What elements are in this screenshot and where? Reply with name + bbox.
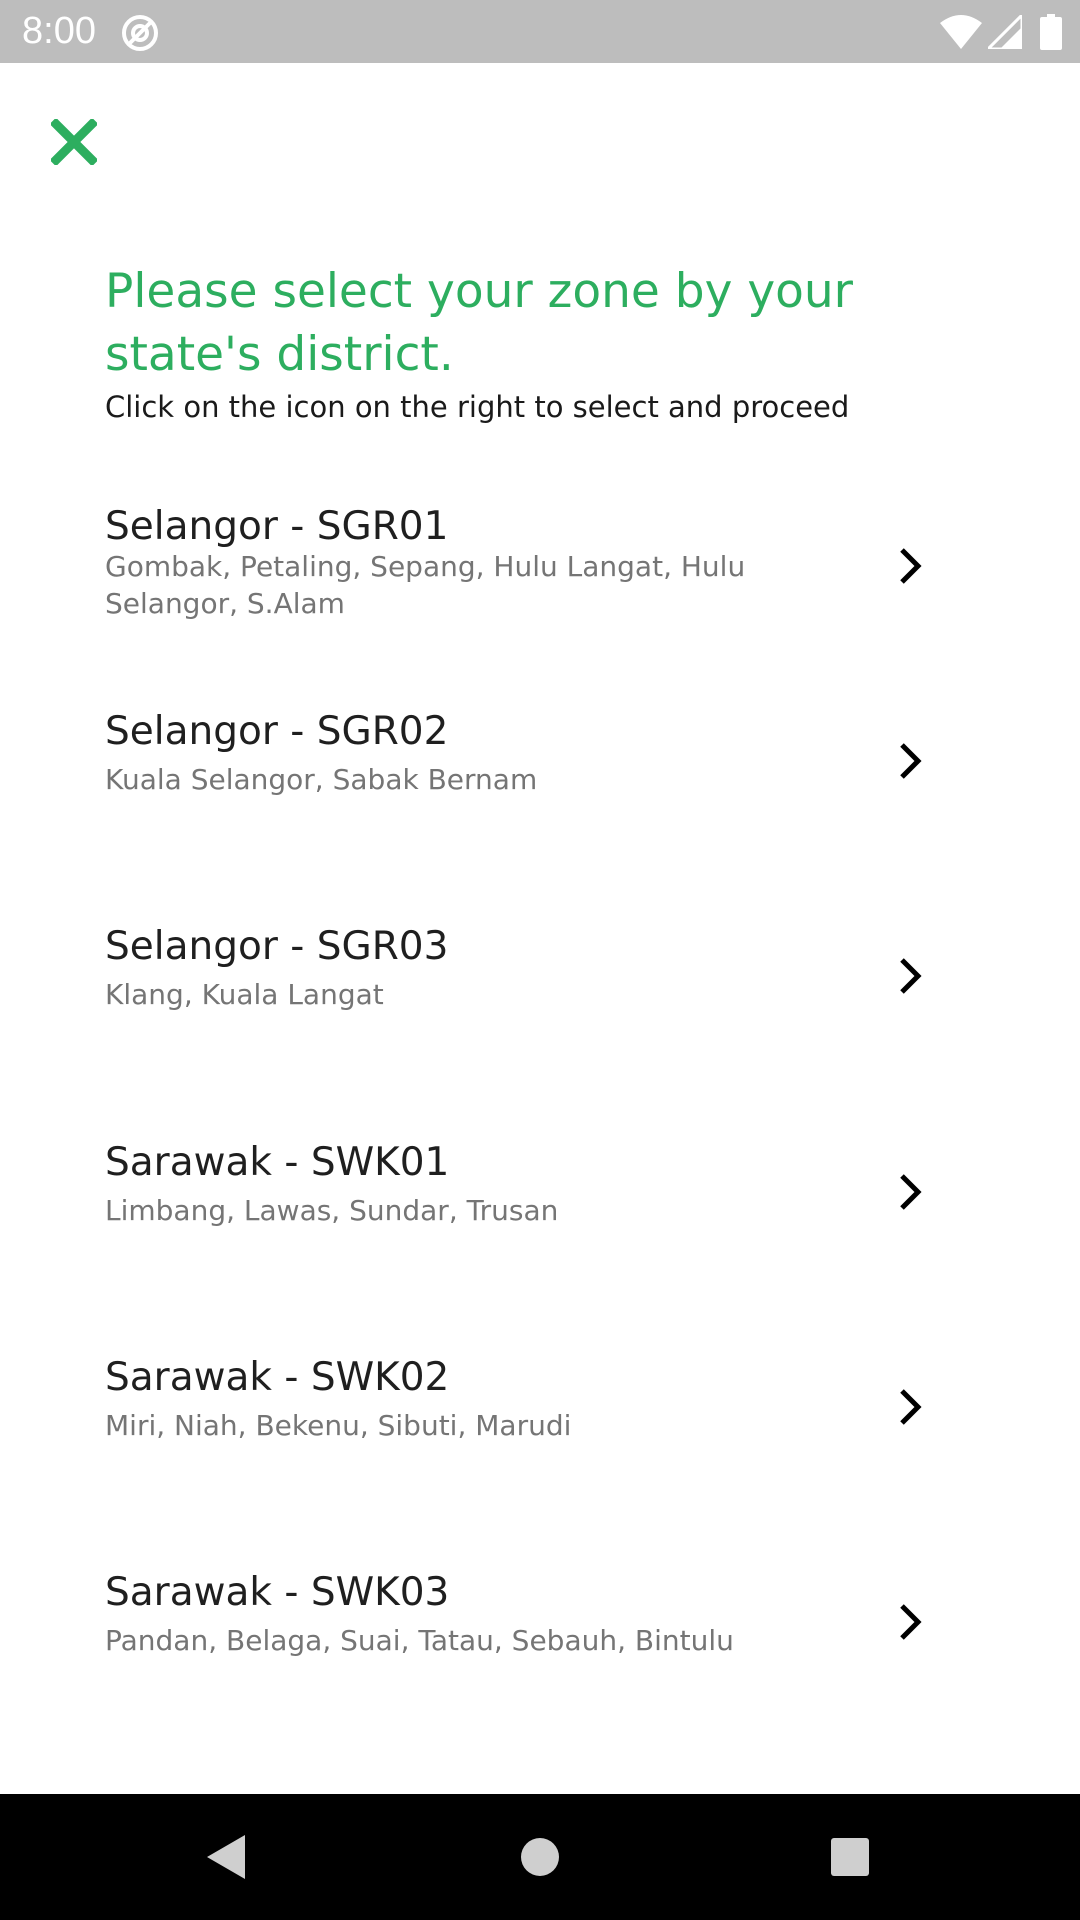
page-subtitle: Click on the icon on the right to select… (105, 390, 850, 424)
status-bar: 8:00 (0, 0, 1080, 63)
battery-icon (1040, 14, 1062, 50)
app-notification-icon (122, 15, 158, 51)
zone-item-sgr02[interactable]: Selangor - SGR02 Kuala Selangor, Sabak B… (0, 705, 1080, 815)
zone-districts: Miri, Niah, Bekenu, Sibuti, Marudi (105, 1409, 572, 1442)
close-icon (51, 119, 97, 165)
back-icon (207, 1835, 245, 1879)
zone-districts: Gombak, Petaling, Sepang, Hulu Langat, H… (105, 550, 746, 620)
zone-districts: Kuala Selangor, Sabak Bernam (105, 763, 538, 796)
zone-item-sgr03[interactable]: Selangor - SGR03 Klang, Kuala Langat (0, 920, 1080, 1030)
chevron-right-icon[interactable] (894, 1602, 926, 1642)
recents-icon (831, 1838, 869, 1876)
zone-name: Sarawak - SWK01 (105, 1140, 450, 1185)
zone-districts: Limbang, Lawas, Sundar, Trusan (105, 1194, 559, 1227)
zone-name: Selangor - SGR01 (105, 504, 449, 549)
page-title: Please select your zone by your state's … (105, 264, 854, 382)
chevron-right-icon[interactable] (894, 956, 926, 996)
zone-name: Sarawak - SWK03 (105, 1570, 450, 1615)
status-time: 8:00 (22, 10, 96, 52)
zone-name: Selangor - SGR03 (105, 924, 449, 969)
chevron-right-icon[interactable] (894, 1172, 926, 1212)
chevron-right-icon[interactable] (894, 546, 926, 586)
wifi-icon (940, 15, 982, 49)
zone-item-swk03[interactable]: Sarawak - SWK03 Pandan, Belaga, Suai, Ta… (0, 1566, 1080, 1676)
zone-selection-screen: 8:00 Please select your zone by your sta… (0, 0, 1080, 1920)
zone-districts: Pandan, Belaga, Suai, Tatau, Sebauh, Bin… (105, 1624, 734, 1657)
navigation-bar (0, 1794, 1080, 1920)
zone-districts: Klang, Kuala Langat (105, 978, 384, 1011)
chevron-right-icon[interactable] (894, 741, 926, 781)
zone-item-swk02[interactable]: Sarawak - SWK02 Miri, Niah, Bekenu, Sibu… (0, 1351, 1080, 1461)
zone-item-sgr01[interactable]: Selangor - SGR01 Gombak, Petaling, Sepan… (0, 500, 1080, 640)
chevron-right-icon[interactable] (894, 1387, 926, 1427)
zone-item-swk01[interactable]: Sarawak - SWK01 Limbang, Lawas, Sundar, … (0, 1136, 1080, 1246)
back-button[interactable] (190, 1824, 260, 1890)
cell-signal-icon (988, 15, 1022, 49)
home-icon (521, 1838, 559, 1876)
zone-name: Sarawak - SWK02 (105, 1355, 450, 1400)
recents-button[interactable] (815, 1824, 885, 1890)
zone-name: Selangor - SGR02 (105, 709, 449, 754)
home-button[interactable] (505, 1824, 575, 1890)
close-button[interactable] (44, 112, 104, 172)
